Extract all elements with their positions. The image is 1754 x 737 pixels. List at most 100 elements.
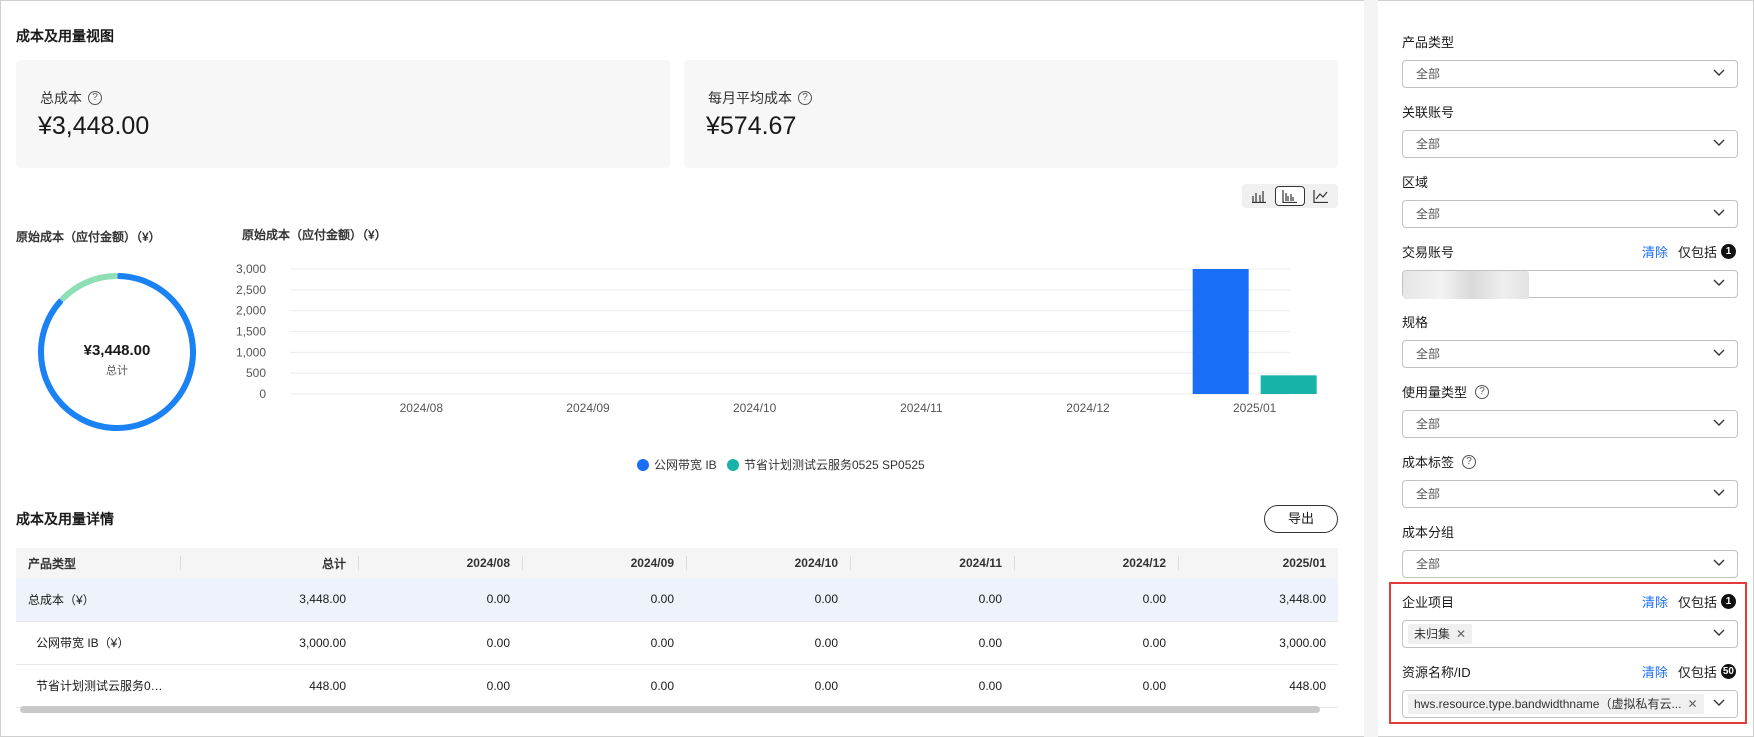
y-tick-label: 2,000 (236, 304, 266, 318)
table-cell: 0.00 (850, 578, 1014, 622)
include-only[interactable]: 仅包括 1 (1678, 242, 1736, 261)
select-value: 全部 (1416, 347, 1441, 361)
table-cell: 0.00 (686, 664, 850, 708)
detail-title: 成本及用量详情 (16, 511, 114, 527)
panel-divider (1364, 0, 1378, 737)
table-row: 总成本（¥） 3,448.00 0.00 0.00 0.00 0.00 0.00… (16, 578, 1338, 622)
trade-account-select[interactable] (1402, 270, 1738, 299)
count-badge: 1 (1721, 244, 1736, 259)
chevron-down-icon (1713, 349, 1725, 356)
table-cell: 0.00 (358, 578, 522, 622)
legend-swatch[interactable] (637, 459, 649, 471)
table-cell: 0.00 (850, 664, 1014, 708)
column-header[interactable]: 总计 (180, 548, 358, 578)
main-content: 成本及用量视图 总成本 ? ¥3,448.00 每月平均成本 ? ¥574.67… (0, 0, 1364, 737)
spec-select[interactable]: 全部 (1402, 340, 1738, 368)
export-button[interactable]: 导出 (1264, 505, 1338, 533)
filter-label-spec: 规格 (1402, 315, 1429, 330)
table-cell: 公网带宽 IB（¥） (16, 621, 180, 665)
bar-ib[interactable] (1192, 269, 1249, 394)
chevron-down-icon (1713, 559, 1725, 566)
column-header[interactable]: 2024/11 (850, 548, 1014, 578)
table-cell: 0.00 (1014, 621, 1178, 665)
ring-segment-sp[interactable] (60, 273, 118, 302)
column-header[interactable]: 2024/10 (686, 548, 850, 578)
x-tick-label: 2024/09 (566, 401, 610, 415)
select-value: 全部 (1416, 207, 1441, 221)
chevron-down-icon (1713, 139, 1725, 146)
y-tick-label: 3,000 (236, 262, 266, 276)
ring-chart: ¥3,448.00 总计 (38, 273, 196, 431)
help-icon[interactable]: ? (1462, 454, 1477, 469)
x-tick-label: 2024/08 (400, 401, 444, 415)
bar-grid (290, 268, 1290, 395)
column-header[interactable]: 2024/08 (358, 548, 522, 578)
legend-label[interactable]: 节省计划测试云服务0525 SP0525 (744, 457, 925, 472)
table-cell: 3,448.00 (180, 578, 358, 622)
table-cell: 0.00 (686, 578, 850, 622)
usage-type-select[interactable]: 全部 (1402, 410, 1738, 438)
linked-account-select[interactable]: 全部 (1402, 130, 1738, 158)
y-tick-label: 500 (246, 366, 266, 380)
filter-label-cost-tag: 成本标签 ? (1402, 452, 1477, 471)
legend-swatch[interactable] (727, 459, 739, 471)
table-cell: 0.00 (522, 621, 686, 665)
x-tick-label: 2024/10 (733, 401, 777, 415)
chart-legend: 公网带宽 IB 节省计划测试云服务0525 SP0525 (637, 457, 925, 472)
ring-center-value: ¥3,448.00 (84, 342, 151, 359)
trade-account-actions: 清除 仅包括 1 (1642, 242, 1736, 261)
select-value: 全部 (1416, 67, 1441, 81)
bar-sp[interactable] (1260, 375, 1317, 394)
column-header[interactable]: 2025/01 (1178, 548, 1338, 578)
filter-label-product-type: 产品类型 (1402, 35, 1455, 50)
chevron-down-icon (1713, 489, 1725, 496)
table-row: 公网带宽 IB（¥） 3,000.00 0.00 0.00 0.00 0.00 … (16, 621, 1338, 665)
clear-link[interactable]: 清除 (1642, 242, 1668, 261)
filter-label-cost-group: 成本分组 (1402, 525, 1455, 540)
chevron-down-icon (1713, 69, 1725, 76)
cost-tag-select[interactable]: 全部 (1402, 480, 1738, 508)
table-cell: 448.00 (1178, 664, 1338, 708)
table-cell: 节省计划测试云服务0… (16, 664, 180, 708)
x-tick-label: 2024/11 (900, 401, 943, 415)
highlight-annotation (1389, 582, 1747, 724)
product-type-select[interactable]: 全部 (1402, 60, 1738, 88)
help-icon[interactable]: ? (1475, 384, 1490, 399)
horizontal-scrollbar[interactable] (20, 706, 1320, 713)
select-value: 全部 (1416, 417, 1441, 431)
legend-label[interactable]: 公网带宽 IB (654, 457, 717, 472)
column-header[interactable]: 2024/09 (522, 548, 686, 578)
table-cell: 3,448.00 (1178, 578, 1338, 622)
table-cell: 3,000.00 (180, 621, 358, 665)
filter-label-linked-account: 关联账号 (1402, 105, 1455, 120)
region-select[interactable]: 全部 (1402, 200, 1738, 228)
table-cell: 0.00 (686, 621, 850, 665)
blurred-value (1403, 271, 1529, 299)
cost-group-select[interactable]: 全部 (1402, 550, 1738, 578)
x-tick-label: 2025/01 (1233, 401, 1277, 415)
y-tick-label: 2,500 (236, 283, 266, 297)
select-value: 全部 (1416, 137, 1441, 151)
column-header[interactable]: 2024/12 (1014, 548, 1178, 578)
table-cell: 0.00 (850, 621, 1014, 665)
select-value: 全部 (1416, 487, 1441, 501)
table-cell: 0.00 (1014, 578, 1178, 622)
y-tick-label: 1,000 (236, 345, 266, 359)
table-cell: 0.00 (1014, 664, 1178, 708)
chevron-down-icon (1713, 209, 1725, 216)
y-tick-label: 0 (259, 387, 266, 401)
column-header[interactable]: 产品类型 (16, 548, 180, 578)
table-cell: 0.00 (522, 664, 686, 708)
cost-chart: ¥3,448.00 总计 0 500 1,000 1,500 2,000 2,500 3,0… (38, 262, 1317, 472)
y-axis: 0 500 1,000 1,500 2,000 2,500 3,000 (236, 262, 266, 401)
table-cell: 448.00 (180, 664, 358, 708)
ring-center-label: 总计 (106, 363, 128, 377)
table-cell: 3,000.00 (1178, 621, 1338, 665)
x-axis: 2024/08 2024/09 2024/10 2024/11 2024/12 2025/… (400, 401, 1277, 415)
filter-label-region: 区域 (1402, 175, 1429, 190)
table-cell: 0.00 (358, 664, 522, 708)
x-tick-label: 2024/12 (1066, 401, 1110, 415)
filter-label-trade-account: 交易账号 (1402, 245, 1455, 260)
y-tick-label: 1,500 (236, 325, 266, 339)
table-cell: 总成本（¥） (16, 578, 180, 622)
